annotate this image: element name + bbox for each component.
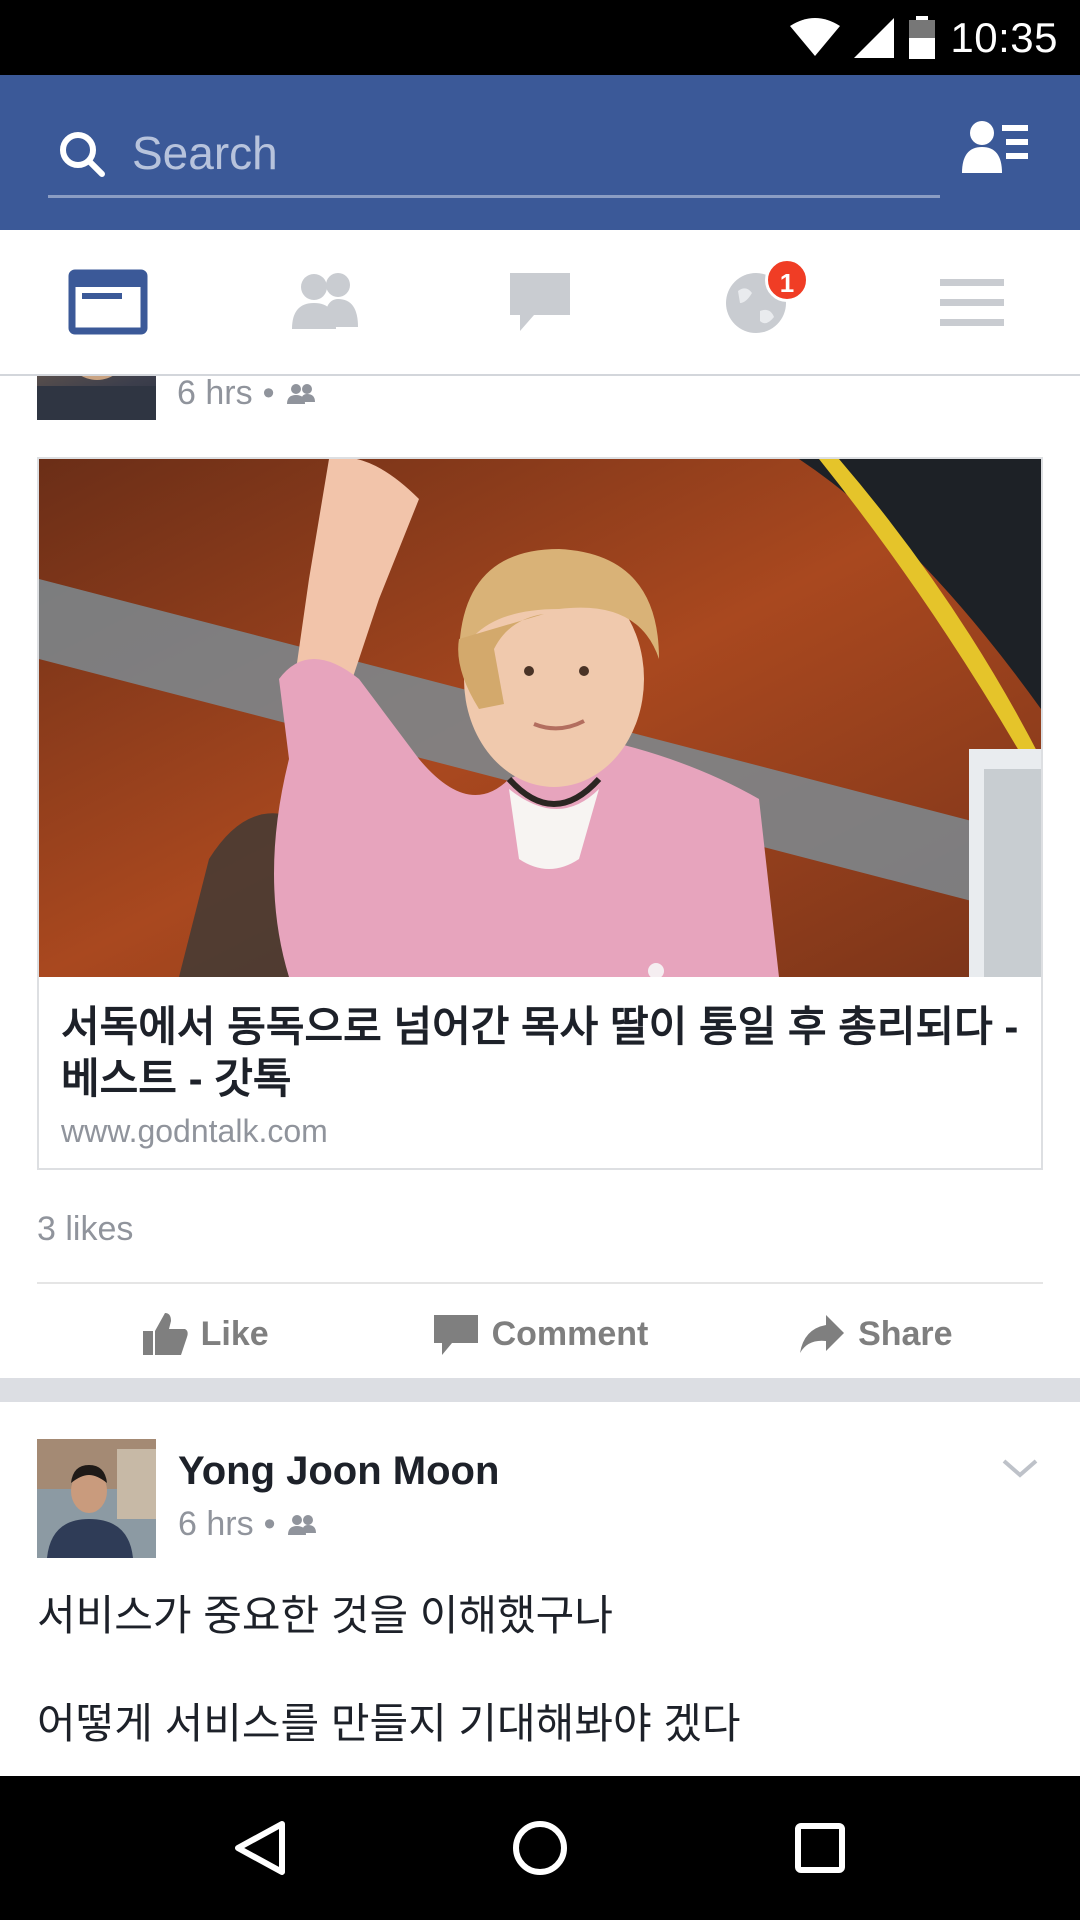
back-button[interactable] xyxy=(220,1808,300,1888)
tab-friend-requests[interactable] xyxy=(216,230,432,374)
author-name[interactable]: Yong Joon Moon xyxy=(178,1449,499,1494)
app-header xyxy=(0,75,1080,230)
post-time: 6 hrs xyxy=(177,376,253,412)
link-preview-card[interactable]: 서독에서 동독으로 넘어간 목사 딸이 통일 후 총리되다 - 베스트 - 갓톡… xyxy=(37,457,1043,1170)
clock: 10:35 xyxy=(950,14,1058,61)
comment-label: Comment xyxy=(491,1314,649,1353)
share-label: Share xyxy=(858,1314,953,1353)
feed-separator xyxy=(0,1378,1080,1402)
post-text-line: 어떻게 서비스를 만들지 기대해봐야 겠다 xyxy=(37,1700,741,1747)
tab-messages[interactable] xyxy=(432,230,648,374)
avatar[interactable] xyxy=(37,376,156,420)
search-icon xyxy=(60,132,105,177)
tab-notifications[interactable] xyxy=(648,230,864,374)
post-timestamp: 6 hrs • xyxy=(178,1505,318,1544)
wifi-icon xyxy=(790,18,841,56)
post-timestamp: 6 hrs • xyxy=(177,376,317,413)
link-preview-text: 서독에서 동독으로 넘어간 목사 딸이 통일 후 총리되다 - 베스트 - 갓톡… xyxy=(39,977,1041,1150)
menu-icon xyxy=(940,279,1004,326)
friends-list-icon[interactable] xyxy=(962,117,1028,177)
search-bar[interactable] xyxy=(48,108,940,198)
author-avatar[interactable] xyxy=(37,1439,156,1558)
dot-separator: • xyxy=(263,1505,276,1543)
home-circle-icon xyxy=(513,1821,567,1875)
like-button[interactable]: Like xyxy=(37,1286,372,1382)
tab-bar xyxy=(0,230,1080,376)
friends-icon xyxy=(292,273,358,329)
status-icons: 10:35 xyxy=(790,12,1058,64)
likes-count[interactable]: 3 likes xyxy=(37,1210,133,1249)
cell-signal-icon xyxy=(854,18,895,58)
back-triangle-icon xyxy=(235,1821,285,1875)
post-header: Yong Joon Moon 6 hrs • xyxy=(0,1439,1080,1569)
share-arrow-icon xyxy=(800,1315,845,1353)
thumbs-up-icon xyxy=(142,1313,188,1355)
divider xyxy=(37,1282,1043,1284)
tab-news-feed[interactable] xyxy=(0,230,216,374)
tab-more[interactable] xyxy=(864,230,1080,374)
news-feed[interactable]: 6 hrs • 서독에서 동독으로 넘어간 목사 딸이 통일 후 총리되다 - … xyxy=(0,376,1080,1776)
audience-friends-icon xyxy=(286,383,315,404)
link-preview-image[interactable] xyxy=(39,459,1041,977)
home-button[interactable] xyxy=(500,1808,580,1888)
news-feed-icon xyxy=(68,269,148,335)
post-time: 6 hrs xyxy=(178,1505,254,1543)
post-header: 6 hrs • xyxy=(0,376,1080,426)
post-text: 서비스가 중요한 것을 이해했구나 어떻게 서비스를 만들지 기대해봐야 겠다 xyxy=(37,1589,1043,1776)
chevron-down-icon[interactable] xyxy=(1000,1453,1040,1483)
link-title[interactable]: 서독에서 동독으로 넘어간 목사 딸이 통일 후 총리되다 - 베스트 - 갓톡 xyxy=(61,1001,1019,1105)
link-domain: www.godntalk.com xyxy=(61,1113,328,1149)
search-input[interactable] xyxy=(132,118,892,188)
notification-badge: 1 xyxy=(765,258,809,302)
battery-icon xyxy=(909,16,936,59)
recents-button[interactable] xyxy=(780,1808,860,1888)
dot-separator: • xyxy=(262,376,275,412)
audience-friends-icon xyxy=(287,1514,316,1535)
share-button[interactable]: Share xyxy=(708,1286,1043,1382)
recents-square-icon xyxy=(795,1823,845,1873)
system-nav-bar xyxy=(0,1776,1080,1920)
messages-icon xyxy=(510,273,570,331)
post-text-line: 서비스가 중요한 것을 이해했구나 xyxy=(37,1592,613,1639)
comment-icon xyxy=(433,1315,478,1355)
like-label: Like xyxy=(200,1314,269,1353)
post-actions: Like Comment Share xyxy=(37,1286,1043,1382)
comment-button[interactable]: Comment xyxy=(372,1286,707,1382)
status-bar: 10:35 xyxy=(0,0,1080,75)
